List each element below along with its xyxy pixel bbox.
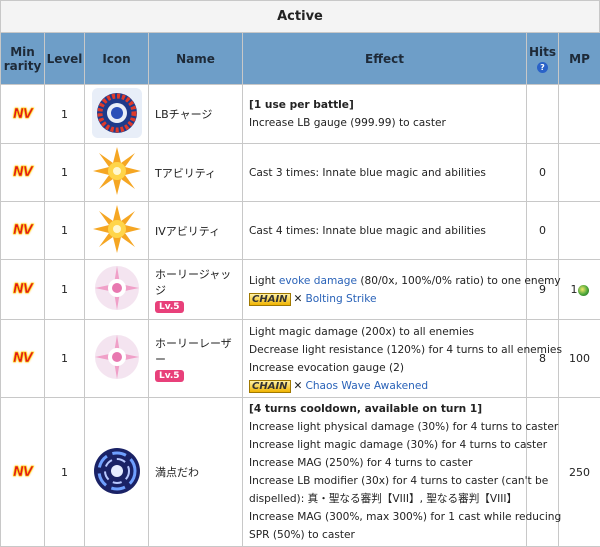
header-effect[interactable]: Effect (242, 32, 527, 85)
mp-cell (558, 84, 600, 144)
level-cell: 1 (44, 201, 85, 260)
hits-cell: 0 (526, 143, 559, 202)
help-icon[interactable]: ? (537, 61, 548, 73)
nv-rarity-icon: NV (13, 282, 34, 298)
abilities-table: Min rarity Level Icon Name Effect Hits ? … (0, 32, 600, 547)
ability-name: LBチャージ (148, 84, 243, 144)
header-hits[interactable]: Hits ? (526, 32, 559, 85)
mp-cell: 250 (558, 397, 600, 547)
level-cell: 1 (44, 259, 85, 320)
table-row: NV 1 LBチャージ [1 use per battle] Increase … (0, 84, 600, 144)
table-row: NV 1 ホーリージャッジ Lv.5 Light evoke damage (8… (0, 259, 600, 320)
header-level[interactable]: Level (44, 32, 85, 85)
level-cell: 1 (44, 397, 85, 547)
level-badge: Lv.5 (155, 370, 184, 382)
effect-cell: Light magic damage (200x) to all enemies… (242, 319, 562, 398)
hits-cell (526, 397, 559, 547)
nv-rarity-icon: NV (13, 165, 34, 181)
holy-burst-icon[interactable] (91, 331, 143, 383)
effect-cell: [1 use per battle] Increase LB gauge (99… (242, 84, 527, 144)
nv-rarity-icon: NV (13, 464, 34, 480)
mp-cell: 1 (558, 259, 600, 320)
hits-cell: 8 (526, 319, 559, 398)
level-cell: 1 (44, 143, 85, 202)
table-caption: Active (0, 0, 600, 32)
effect-cell: [4 turns cooldown, available on turn 1] … (242, 397, 561, 547)
mp-cell (558, 201, 600, 260)
holy-burst-icon[interactable] (91, 262, 143, 314)
chain-link[interactable]: Bolting Strike (305, 293, 376, 305)
table-row: NV 1 Tアビリティ Cast 3 times: Innate blue ma… (0, 143, 600, 202)
nv-rarity-icon: NV (13, 351, 34, 367)
ability-name: ホーリーレーザー (155, 337, 232, 366)
header-name[interactable]: Name (148, 32, 243, 85)
nv-rarity-icon: NV (13, 106, 34, 122)
level-cell: 1 (44, 319, 85, 398)
hits-cell: 9 (526, 259, 559, 320)
starburst-icon[interactable] (91, 203, 143, 255)
header-rarity[interactable]: Min rarity (0, 32, 45, 85)
vortex-icon[interactable] (91, 445, 143, 497)
header-row: Min rarity Level Icon Name Effect Hits ? … (0, 32, 600, 85)
table-row: NV 1 ホーリーレーザー Lv.5 Light magic damage (2… (0, 319, 600, 398)
header-icon[interactable]: Icon (84, 32, 149, 85)
ability-name: ホーリージャッジ (155, 268, 232, 297)
table-row: NV 1 IVアビリティ Cast 4 times: Innate blue m… (0, 201, 600, 260)
mp-cell: 100 (558, 319, 600, 398)
ability-name: IVアビリティ (148, 201, 243, 260)
effect-cell: Cast 3 times: Innate blue magic and abil… (242, 143, 527, 202)
chain-link[interactable]: Chaos Wave Awakened (305, 380, 428, 392)
effect-cell: Light evoke damage (80/0x, 100%/0% ratio… (242, 259, 561, 320)
level-badge: Lv.5 (155, 301, 184, 313)
starburst-icon[interactable] (91, 145, 143, 197)
hits-cell: 0 (526, 201, 559, 260)
chain-icon: CHAIN (249, 292, 291, 306)
ability-name: Tアビリティ (148, 143, 243, 202)
table-row: NV 1 満点だわ [4 turns cooldown, available o… (0, 397, 600, 547)
lb-gauge-icon[interactable] (91, 87, 143, 139)
chain-icon: CHAIN (249, 379, 291, 393)
mp-cell (558, 143, 600, 202)
evoke-damage-link[interactable]: evoke damage (279, 275, 357, 287)
orb-icon (577, 284, 589, 296)
nv-rarity-icon: NV (13, 223, 34, 239)
hits-cell (526, 84, 559, 144)
ability-name: 満点だわ (148, 397, 243, 547)
header-mp[interactable]: MP (558, 32, 600, 85)
effect-cell: Cast 4 times: Innate blue magic and abil… (242, 201, 527, 260)
level-cell: 1 (44, 84, 85, 144)
